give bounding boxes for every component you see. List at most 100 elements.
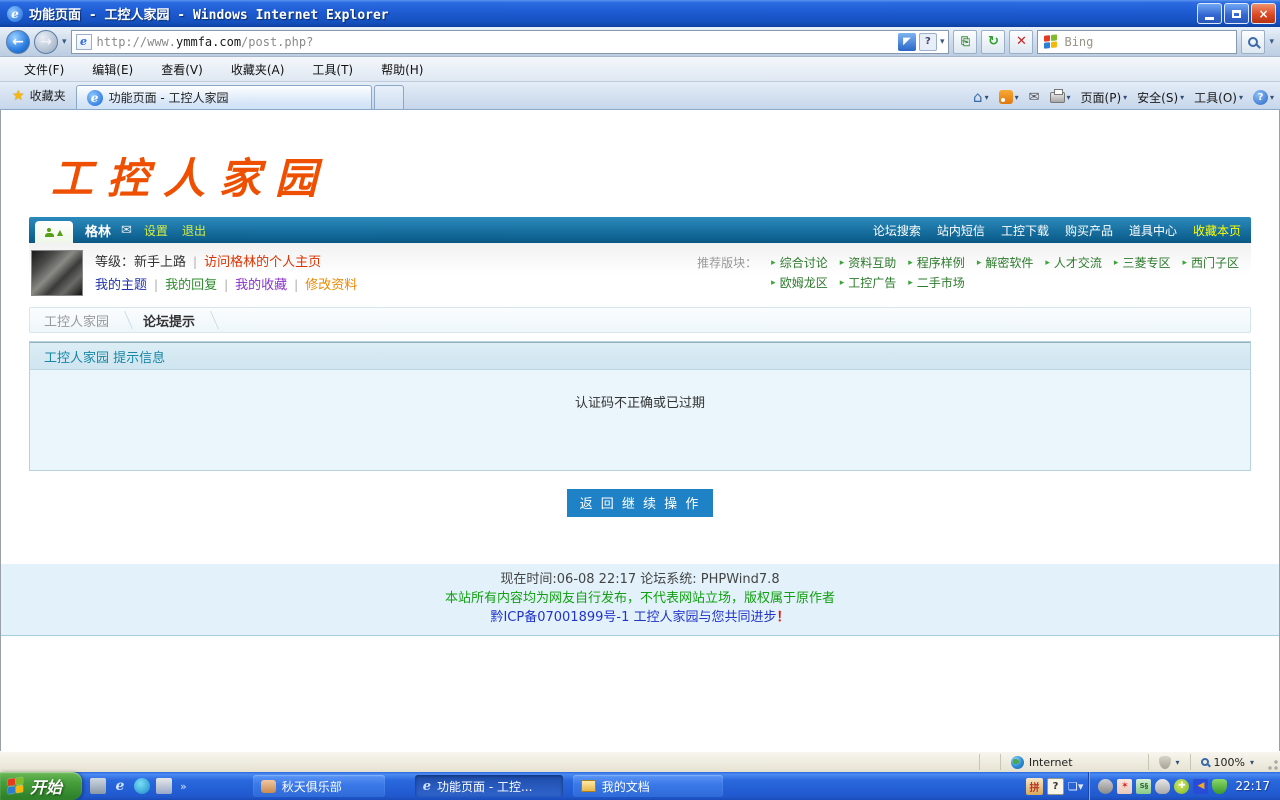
breadcrumb-home-link[interactable]: 工控人家园: [44, 311, 109, 330]
start-button[interactable]: 开始: [0, 772, 82, 800]
menu-view[interactable]: 查看(V): [147, 58, 217, 81]
nav-props-center[interactable]: 道具中心: [1129, 222, 1177, 239]
board-link[interactable]: ▸综合讨论: [771, 253, 828, 273]
user-avatar[interactable]: [31, 250, 83, 296]
window-titlebar: e 功能页面 - 工控人家园 - Windows Internet Explor…: [0, 0, 1280, 27]
ime-icon[interactable]: 拼: [1026, 778, 1043, 795]
home-button[interactable]: ⌂▾: [971, 88, 991, 106]
restore-button[interactable]: [1224, 3, 1249, 24]
refresh-button[interactable]: ↻: [981, 30, 1005, 54]
taskbar-clock: 22:17: [1235, 779, 1270, 793]
minimize-icon: [1205, 17, 1214, 20]
page-menu-button[interactable]: 页面(P)▾: [1079, 89, 1130, 106]
my-topics-link[interactable]: 我的主题: [95, 278, 147, 293]
search-input[interactable]: Bing: [1037, 30, 1237, 54]
triangle-bullet-icon: ▸: [908, 273, 913, 293]
audio-tray-icon[interactable]: ◀: [1193, 779, 1208, 794]
search-provider-label: Bing: [1064, 35, 1093, 49]
start-label: 开始: [30, 774, 62, 798]
chevron-up-icon: ▲: [57, 228, 63, 237]
antivirus-shield-tray-icon[interactable]: [1212, 779, 1227, 794]
menu-file[interactable]: 文件(F): [10, 58, 78, 81]
board-link[interactable]: ▸程序样例: [908, 253, 965, 273]
nav-bookmark-page[interactable]: 收藏本页: [1193, 222, 1241, 239]
site-logo[interactable]: 工控人家园: [51, 145, 1279, 200]
menu-favorites[interactable]: 收藏夹(A): [217, 58, 299, 81]
board-link[interactable]: ▸工控广告: [840, 273, 897, 293]
menu-help[interactable]: 帮助(H): [367, 58, 437, 81]
zoom-magnifier-icon: [1201, 758, 1209, 766]
message-envelope-icon[interactable]: ✉: [121, 223, 132, 238]
my-replies-link[interactable]: 我的回复: [165, 278, 217, 293]
my-favorites-link[interactable]: 我的收藏: [235, 278, 287, 293]
address-input[interactable]: e http://www.ymmfa.com/post.php? ◤ ? ▾: [71, 30, 950, 54]
ime-help-icon[interactable]: ?: [1047, 778, 1064, 795]
board-link[interactable]: ▸欧姆龙区: [771, 273, 828, 293]
resize-grip[interactable]: [1264, 752, 1280, 772]
sos-tray-icon[interactable]: S§: [1136, 779, 1151, 794]
ie-quicklaunch-icon[interactable]: e: [112, 778, 128, 794]
nav-buy-products[interactable]: 购买产品: [1065, 222, 1113, 239]
stop-button[interactable]: ✕: [1009, 30, 1033, 54]
search-options-dropdown[interactable]: ▾: [1269, 37, 1274, 47]
help-icon: ?: [1253, 90, 1268, 105]
media-player-icon[interactable]: [134, 778, 150, 794]
board-link[interactable]: ▸二手市场: [908, 273, 965, 293]
status-bar: Internet ▾ 100% ▾: [0, 751, 1280, 772]
safety-plus-tray-icon[interactable]: ✚: [1174, 779, 1189, 794]
plugin-icon[interactable]: ◤: [898, 33, 916, 51]
autocomplete-help-icon[interactable]: ?: [919, 33, 937, 51]
board-link[interactable]: ▸资料互助: [840, 253, 897, 273]
nav-download[interactable]: 工控下载: [1001, 222, 1049, 239]
logout-link[interactable]: 退出: [182, 222, 206, 239]
user-panel-toggle[interactable]: ▲: [35, 221, 73, 243]
triangle-bullet-icon: ▸: [1114, 253, 1119, 273]
security-zone: Internet: [1000, 754, 1148, 770]
return-continue-button[interactable]: 返 回 继 续 操 作: [567, 489, 714, 517]
zoom-control[interactable]: 100% ▾: [1190, 754, 1264, 770]
help-button[interactable]: ?▾: [1251, 90, 1276, 105]
forward-button[interactable]: →: [34, 30, 58, 54]
security-alert-tray-icon[interactable]: ✶: [1117, 779, 1132, 794]
search-button[interactable]: [1241, 30, 1265, 54]
nav-site-message[interactable]: 站内短信: [937, 222, 985, 239]
board-link[interactable]: ▸西门子区: [1182, 253, 1239, 273]
mail-button[interactable]: ✉: [1027, 90, 1042, 105]
protected-mode-button[interactable]: ▾: [1148, 754, 1190, 770]
rss-button[interactable]: ▾: [997, 90, 1021, 104]
menu-tools[interactable]: 工具(T): [298, 58, 367, 81]
compatibility-view-button[interactable]: ⎘: [953, 30, 977, 54]
homepage-link[interactable]: 访问格林的个人主页: [204, 255, 321, 270]
board-link[interactable]: ▸解密软件: [977, 253, 1034, 273]
task-button-active-ie[interactable]: e 功能页面 - 工控...: [415, 775, 563, 797]
menu-edit[interactable]: 编辑(E): [78, 58, 147, 81]
nav-forum-search[interactable]: 论坛搜索: [873, 222, 921, 239]
print-button[interactable]: ▾: [1048, 92, 1073, 103]
icp-link[interactable]: 黔ICP备07001899号-1: [490, 610, 629, 625]
task-button-qiutian-club[interactable]: 秋天俱乐部: [253, 775, 385, 797]
quicklaunch-overflow-chevron[interactable]: »: [180, 780, 187, 793]
back-button[interactable]: ←: [6, 30, 30, 54]
input-device-tray-icon[interactable]: [1155, 779, 1170, 794]
printer-icon: [1050, 92, 1065, 103]
close-button[interactable]: ×: [1251, 3, 1276, 24]
language-bar-restore-icon[interactable]: ❏▾: [1068, 780, 1083, 793]
security-menu-button[interactable]: 安全(S)▾: [1135, 89, 1186, 106]
history-dropdown[interactable]: ▾: [62, 37, 67, 47]
board-link[interactable]: ▸三菱专区: [1114, 253, 1171, 273]
minimize-button[interactable]: [1197, 3, 1222, 24]
device-icon[interactable]: [90, 778, 106, 794]
volume-tray-icon[interactable]: [1098, 779, 1113, 794]
favorites-button[interactable]: ★ 收藏夹: [4, 83, 76, 109]
new-tab-button[interactable]: [374, 85, 404, 109]
messenger-icon[interactable]: [156, 778, 172, 794]
settings-link[interactable]: 设置: [144, 222, 168, 239]
browser-tab-active[interactable]: e 功能页面 - 工控人家园: [76, 85, 372, 109]
task-button-my-documents[interactable]: 我的文档: [573, 775, 723, 797]
internet-globe-icon: [1011, 756, 1024, 769]
tools-menu-button[interactable]: 工具(O)▾: [1192, 89, 1245, 106]
taskbar: 开始 e » 秋天俱乐部 e 功能页面 - 工控... 我的文档 拼 ? ❏▾: [0, 772, 1280, 800]
edit-profile-link[interactable]: 修改资料: [305, 278, 357, 293]
board-link[interactable]: ▸人才交流: [1045, 253, 1102, 273]
address-dropdown[interactable]: ▾: [940, 37, 945, 47]
